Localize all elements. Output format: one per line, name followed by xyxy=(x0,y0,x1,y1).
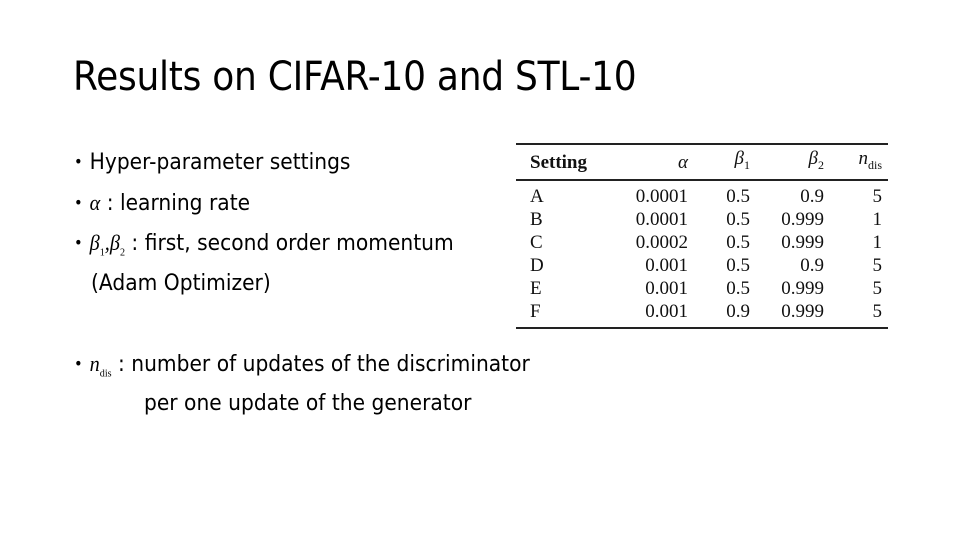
cell-ndis: 5 xyxy=(872,255,883,276)
bullet-dot: • xyxy=(74,152,83,171)
cell-alpha: 0.0001 xyxy=(635,186,688,207)
cell-alpha: 0.001 xyxy=(645,301,688,322)
slide-title: Results on CIFAR-10 and STL-10 xyxy=(73,54,637,100)
ndis-symbol: ndis xyxy=(89,351,112,380)
cell-alpha: 0.001 xyxy=(645,255,688,276)
header-beta2: β2 xyxy=(808,148,824,172)
cell-ndis: 1 xyxy=(872,232,883,253)
cell-beta1: 0.5 xyxy=(726,186,750,207)
cell-beta1: 0.9 xyxy=(726,301,750,322)
table-row: A 0.0001 0.5 0.9 5 xyxy=(516,180,888,208)
bullet-dot: • xyxy=(74,354,83,373)
cell-beta1: 0.5 xyxy=(726,278,750,299)
cell-beta1: 0.5 xyxy=(726,232,750,253)
bullet-text: : number of updates of the discriminator xyxy=(111,352,530,377)
cell-beta2: 0.999 xyxy=(781,301,824,322)
cell-alpha: 0.0002 xyxy=(635,232,688,253)
cell-ndis: 1 xyxy=(872,209,883,230)
bullet-dot: • xyxy=(74,193,83,212)
bullet-alpha: • α : learning rate xyxy=(74,190,250,216)
cell-beta1: 0.5 xyxy=(726,209,750,230)
table-row: F 0.001 0.9 0.999 5 xyxy=(516,300,888,328)
cell-setting: C xyxy=(530,232,543,253)
bullet-continuation-generator: per one update of the generator xyxy=(144,391,472,416)
beta-symbols: β1,β2 xyxy=(89,230,126,259)
header-alpha: α xyxy=(678,151,688,173)
hyperparameter-table: Setting α β1 β2 ndis A 0.0001 0.5 0.9 5 B 0.00… xyxy=(516,143,888,329)
table-row: E 0.001 0.5 0.999 5 xyxy=(516,277,888,300)
cell-setting: B xyxy=(530,209,543,230)
header-ndis: ndis xyxy=(858,148,882,172)
cell-beta2: 0.9 xyxy=(800,255,824,276)
cell-beta2: 0.999 xyxy=(781,278,824,299)
bullet-dot: • xyxy=(74,233,83,252)
bullet-hyperparameters: • Hyper-parameter settings xyxy=(74,150,350,175)
table-row: B 0.0001 0.5 0.999 1 xyxy=(516,208,888,231)
cell-beta1: 0.5 xyxy=(726,255,750,276)
cell-setting: F xyxy=(530,301,541,322)
cell-beta2: 0.999 xyxy=(781,209,824,230)
bullet-beta: • β1,β2 : first, second order momentum xyxy=(74,230,454,258)
cell-alpha: 0.001 xyxy=(645,278,688,299)
table-row: C 0.0002 0.5 0.999 1 xyxy=(516,231,888,254)
table-header-row: Setting α β1 β2 ndis xyxy=(516,144,888,180)
bullet-continuation-adam: (Adam Optimizer) xyxy=(91,271,271,296)
cell-beta2: 0.9 xyxy=(800,186,824,207)
bullet-ndis: • ndis : number of updates of the discrim… xyxy=(74,351,530,379)
cell-beta2: 0.999 xyxy=(781,232,824,253)
cell-setting: A xyxy=(530,186,544,207)
bullet-text: Hyper-parameter settings xyxy=(89,150,351,175)
header-setting: Setting xyxy=(530,151,587,173)
bullet-text: : first, second order momentum xyxy=(125,231,454,256)
cell-setting: D xyxy=(530,255,544,276)
alpha-symbol: α xyxy=(89,190,101,215)
header-beta1: β1 xyxy=(734,148,750,172)
cell-ndis: 5 xyxy=(872,186,883,207)
bullet-text: : learning rate xyxy=(100,191,251,216)
cell-alpha: 0.0001 xyxy=(635,209,688,230)
cell-ndis: 5 xyxy=(872,301,883,322)
table-row: D 0.001 0.5 0.9 5 xyxy=(516,254,888,277)
cell-setting: E xyxy=(530,278,542,299)
cell-ndis: 5 xyxy=(872,278,883,299)
